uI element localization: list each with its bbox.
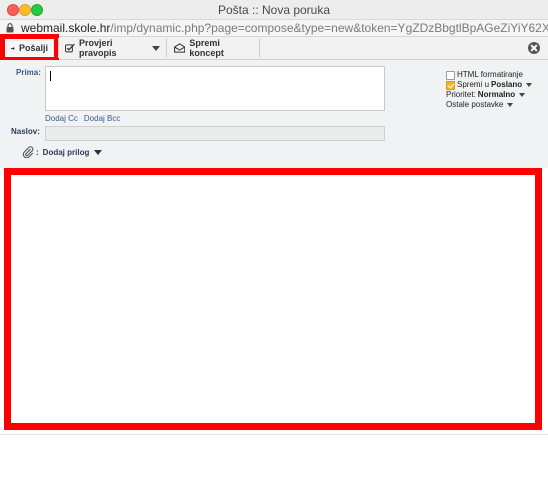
compose-header: Prima: Dodaj Cc Dodaj Bcc Naslov: : Dodaj…	[0, 60, 548, 168]
add-bcc-link[interactable]: Dodaj Bcc	[84, 114, 120, 123]
save-in-checkbox[interactable]	[446, 80, 455, 90]
save-in-option[interactable]: Spremi u Poslano	[446, 80, 533, 90]
message-body-editor[interactable]	[4, 168, 542, 430]
other-settings-label[interactable]: Ostale postavke	[446, 100, 503, 110]
attachment-dropdown-icon[interactable]	[94, 149, 103, 155]
save-in-folder[interactable]: Poslano	[491, 80, 522, 90]
html-format-checkbox[interactable]	[446, 70, 455, 80]
html-format-option[interactable]: HTML formatiranje	[446, 70, 532, 80]
priority-value[interactable]: Normalno	[478, 90, 515, 100]
subject-label: Naslov:	[11, 127, 40, 136]
other-settings-option[interactable]: Ostale postavke	[446, 100, 532, 110]
add-attachment-label[interactable]: Dodaj prilog	[43, 148, 90, 157]
to-field[interactable]	[45, 66, 385, 111]
text-cursor	[50, 71, 51, 81]
send-arrow-icon	[11, 46, 15, 50]
other-settings-dropdown-icon[interactable]	[507, 103, 514, 107]
save-draft-label: Spremi koncept	[189, 38, 224, 58]
to-label: Prima:	[16, 68, 41, 77]
attach-separator: :	[36, 147, 39, 157]
close-compose-icon[interactable]	[528, 42, 540, 54]
paperclip-icon	[22, 146, 34, 158]
html-format-label: HTML formatiranje	[457, 70, 523, 79]
compose-options: HTML formatiranje Spremi u Poslano Prior…	[446, 70, 533, 110]
save-draft-button[interactable]: Spremi koncept	[168, 38, 260, 58]
save-in-label: Spremi u	[457, 80, 490, 89]
title-bar: Pošta :: Nova poruka	[0, 0, 548, 20]
url-host: webmail.skole.hr	[21, 21, 111, 35]
priority-option[interactable]: Prioritet: Normalno	[446, 90, 532, 100]
window-title: Pošta :: Nova poruka	[217, 3, 331, 17]
divider	[0, 434, 548, 435]
mail-compose-window: Pošta :: Nova poruka webmail.skole.hr/im…	[0, 0, 548, 500]
url-path: /imp/dynamic.php?page=compose&type=new&t…	[110, 21, 548, 35]
address-bar[interactable]: webmail.skole.hr/imp/dynamic.php?page=co…	[0, 20, 548, 37]
send-button[interactable]: Pošalji	[0, 34, 59, 62]
send-label: Pošalji	[18, 43, 48, 53]
priority-dropdown-icon[interactable]	[519, 93, 526, 97]
spellcheck-button[interactable]: Provjeri pravopis	[58, 38, 167, 58]
spellcheck-label: Provjeri pravopis	[79, 38, 117, 58]
attachment-row[interactable]: : Dodaj prilog	[22, 146, 103, 158]
subject-field[interactable]	[45, 126, 385, 141]
lock-icon	[6, 23, 14, 33]
spellcheck-icon	[65, 43, 75, 53]
compose-toolbar: Pošalji Provjeri pravopis Spremi koncept	[0, 34, 548, 62]
priority-label: Prioritet:	[446, 90, 476, 99]
spellcheck-dropdown-icon[interactable]	[152, 45, 160, 51]
url-text: webmail.skole.hr/imp/dynamic.php?page=co…	[21, 21, 548, 35]
add-cc-link[interactable]: Dodaj Cc	[45, 114, 78, 123]
envelope-icon	[174, 43, 186, 53]
cc-bcc-links: Dodaj Cc Dodaj Bcc	[45, 114, 126, 123]
save-in-dropdown-icon[interactable]	[526, 83, 533, 87]
